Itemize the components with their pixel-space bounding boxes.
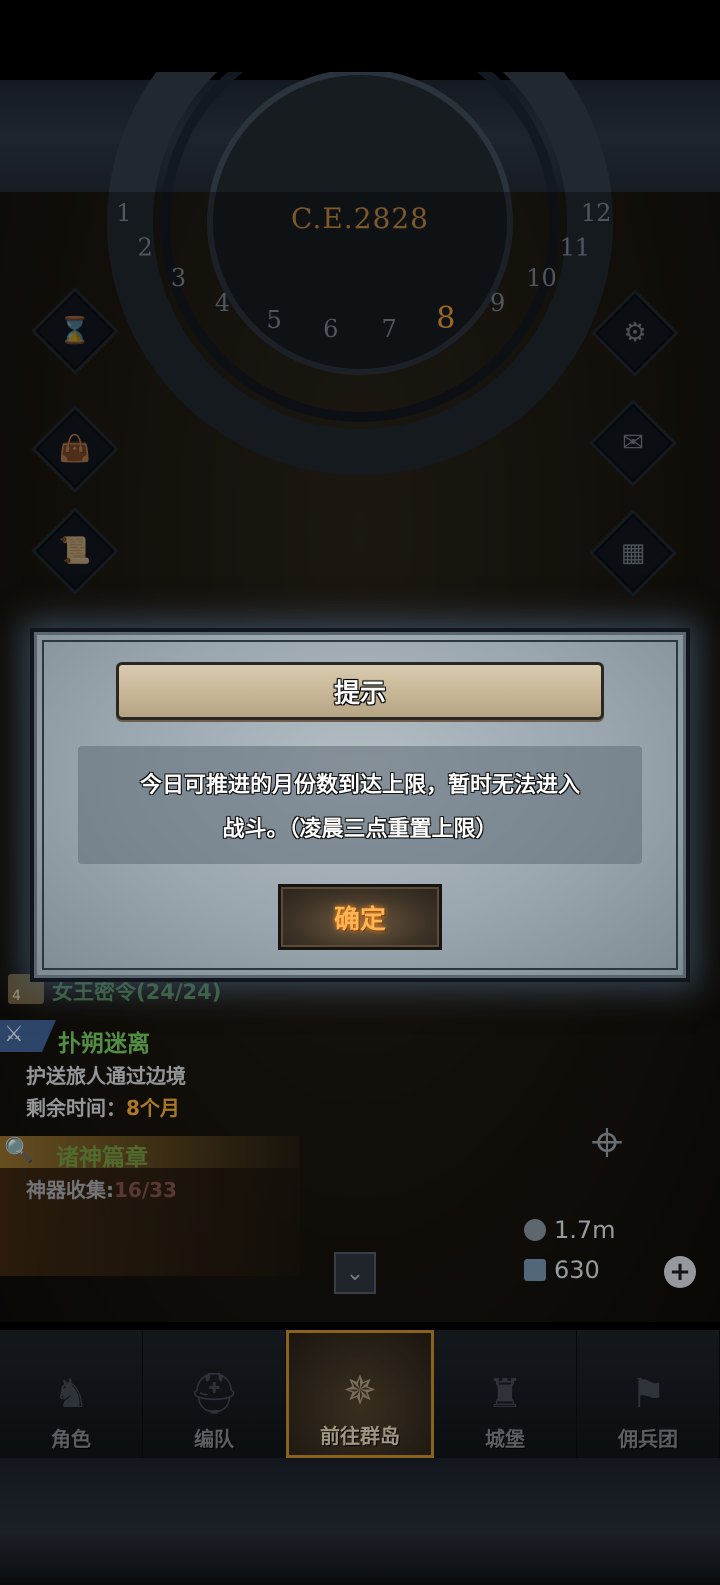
game-screen: ⌛ 👜 📜 ⚙ ✉ ▦ C.E.2828 1 2 3 4 5 6 7 8 9 10 11 12 4 女…	[0, 0, 720, 1585]
dialog-message-box: 今日可推进的月份数到达上限，暂时无法进入 战斗。（凌晨三点重置上限）	[78, 746, 642, 864]
notice-dialog: 提示 今日可推进的月份数到达上限，暂时无法进入 战斗。（凌晨三点重置上限） 确定	[30, 628, 690, 982]
confirm-button[interactable]: 确定	[278, 884, 442, 950]
dialog-title-banner: 提示	[116, 662, 604, 720]
dialog-title: 提示	[333, 678, 386, 709]
confirm-label: 确定	[333, 904, 386, 935]
dialog-message-line1: 今日可推进的月份数到达上限，暂时无法进入	[139, 773, 580, 798]
dialog-message-line2: 战斗。（凌晨三点重置上限）	[222, 817, 498, 842]
